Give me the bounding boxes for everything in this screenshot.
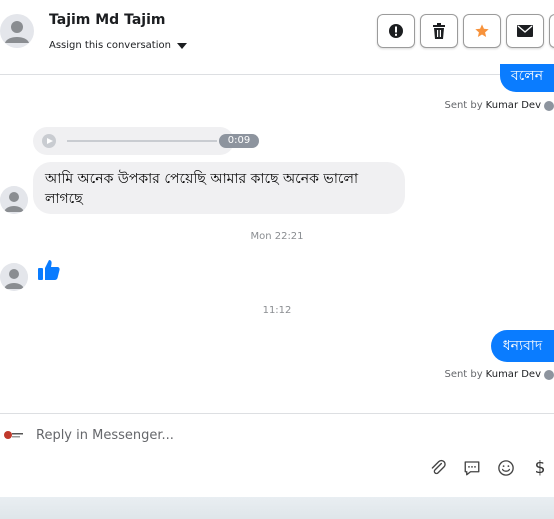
saved-replies-button[interactable] xyxy=(462,458,482,478)
audio-message: 0:09 xyxy=(33,127,259,155)
message-text: বলেন xyxy=(510,68,544,84)
payment-button[interactable]: $ xyxy=(530,458,550,478)
outgoing-message[interactable]: ধন্যবাদ xyxy=(491,330,554,362)
contact-avatar[interactable] xyxy=(0,10,35,52)
sender-name[interactable]: Kumar Dev xyxy=(486,369,541,380)
info-icon[interactable] xyxy=(544,100,554,111)
emoji-icon xyxy=(498,460,514,476)
conversation-header: Tajim Md Tajim Assign this conversation xyxy=(0,0,554,75)
dollar-icon: $ xyxy=(534,458,546,478)
alert-icon xyxy=(389,24,403,38)
sent-by-prefix: Sent by xyxy=(444,100,483,111)
paperclip-icon xyxy=(431,459,446,475)
mail-icon xyxy=(517,25,533,37)
page-logo-icon xyxy=(2,428,24,442)
message-timestamp: Mon 22:21 xyxy=(250,231,304,242)
more-actions-button[interactable] xyxy=(549,14,554,48)
message-text: আমি অনেক উপকার পেয়েছি আমার কাছে অনেক ভা… xyxy=(45,171,359,207)
audio-progress-track[interactable] xyxy=(67,140,217,142)
contact-avatar-small[interactable] xyxy=(0,186,28,214)
caret-down-icon xyxy=(176,43,187,49)
sent-by-label: Sent by Kumar Dev xyxy=(444,100,554,111)
composer-tools: $ xyxy=(428,458,550,478)
trash-icon xyxy=(433,23,445,39)
sender-name[interactable]: Kumar Dev xyxy=(486,100,541,111)
reply-composer: Reply in Messenger... $ xyxy=(0,413,554,491)
outgoing-message[interactable]: বলেন xyxy=(500,64,554,92)
assign-label: Assign this conversation xyxy=(49,40,171,51)
message-text: ধন্যবাদ xyxy=(502,338,543,354)
attach-button[interactable] xyxy=(428,458,448,478)
sent-by-prefix: Sent by xyxy=(444,369,483,380)
emoji-button[interactable] xyxy=(496,458,516,478)
star-icon xyxy=(475,24,489,37)
contact-avatar-small[interactable] xyxy=(0,263,28,291)
page-background-strip xyxy=(0,497,554,519)
reply-input[interactable]: Reply in Messenger... xyxy=(36,428,174,443)
message-timestamp: 11:12 xyxy=(262,305,292,316)
incoming-message[interactable]: আমি অনেক উপকার পেয়েছি আমার কাছে অনেক ভা… xyxy=(33,162,405,214)
audio-duration: 0:09 xyxy=(219,134,259,148)
header-actions xyxy=(377,14,554,48)
play-icon[interactable] xyxy=(42,134,56,148)
star-button[interactable] xyxy=(463,14,501,48)
delete-button[interactable] xyxy=(420,14,458,48)
info-icon[interactable] xyxy=(544,369,554,380)
comment-icon xyxy=(464,461,480,476)
assign-conversation-dropdown[interactable]: Assign this conversation xyxy=(49,40,187,51)
contact-name[interactable]: Tajim Md Tajim xyxy=(49,12,165,28)
thumbs-up-icon[interactable] xyxy=(37,258,61,282)
mark-unread-button[interactable] xyxy=(506,14,544,48)
sent-by-label: Sent by Kumar Dev xyxy=(444,369,554,380)
mark-spam-button[interactable] xyxy=(377,14,415,48)
